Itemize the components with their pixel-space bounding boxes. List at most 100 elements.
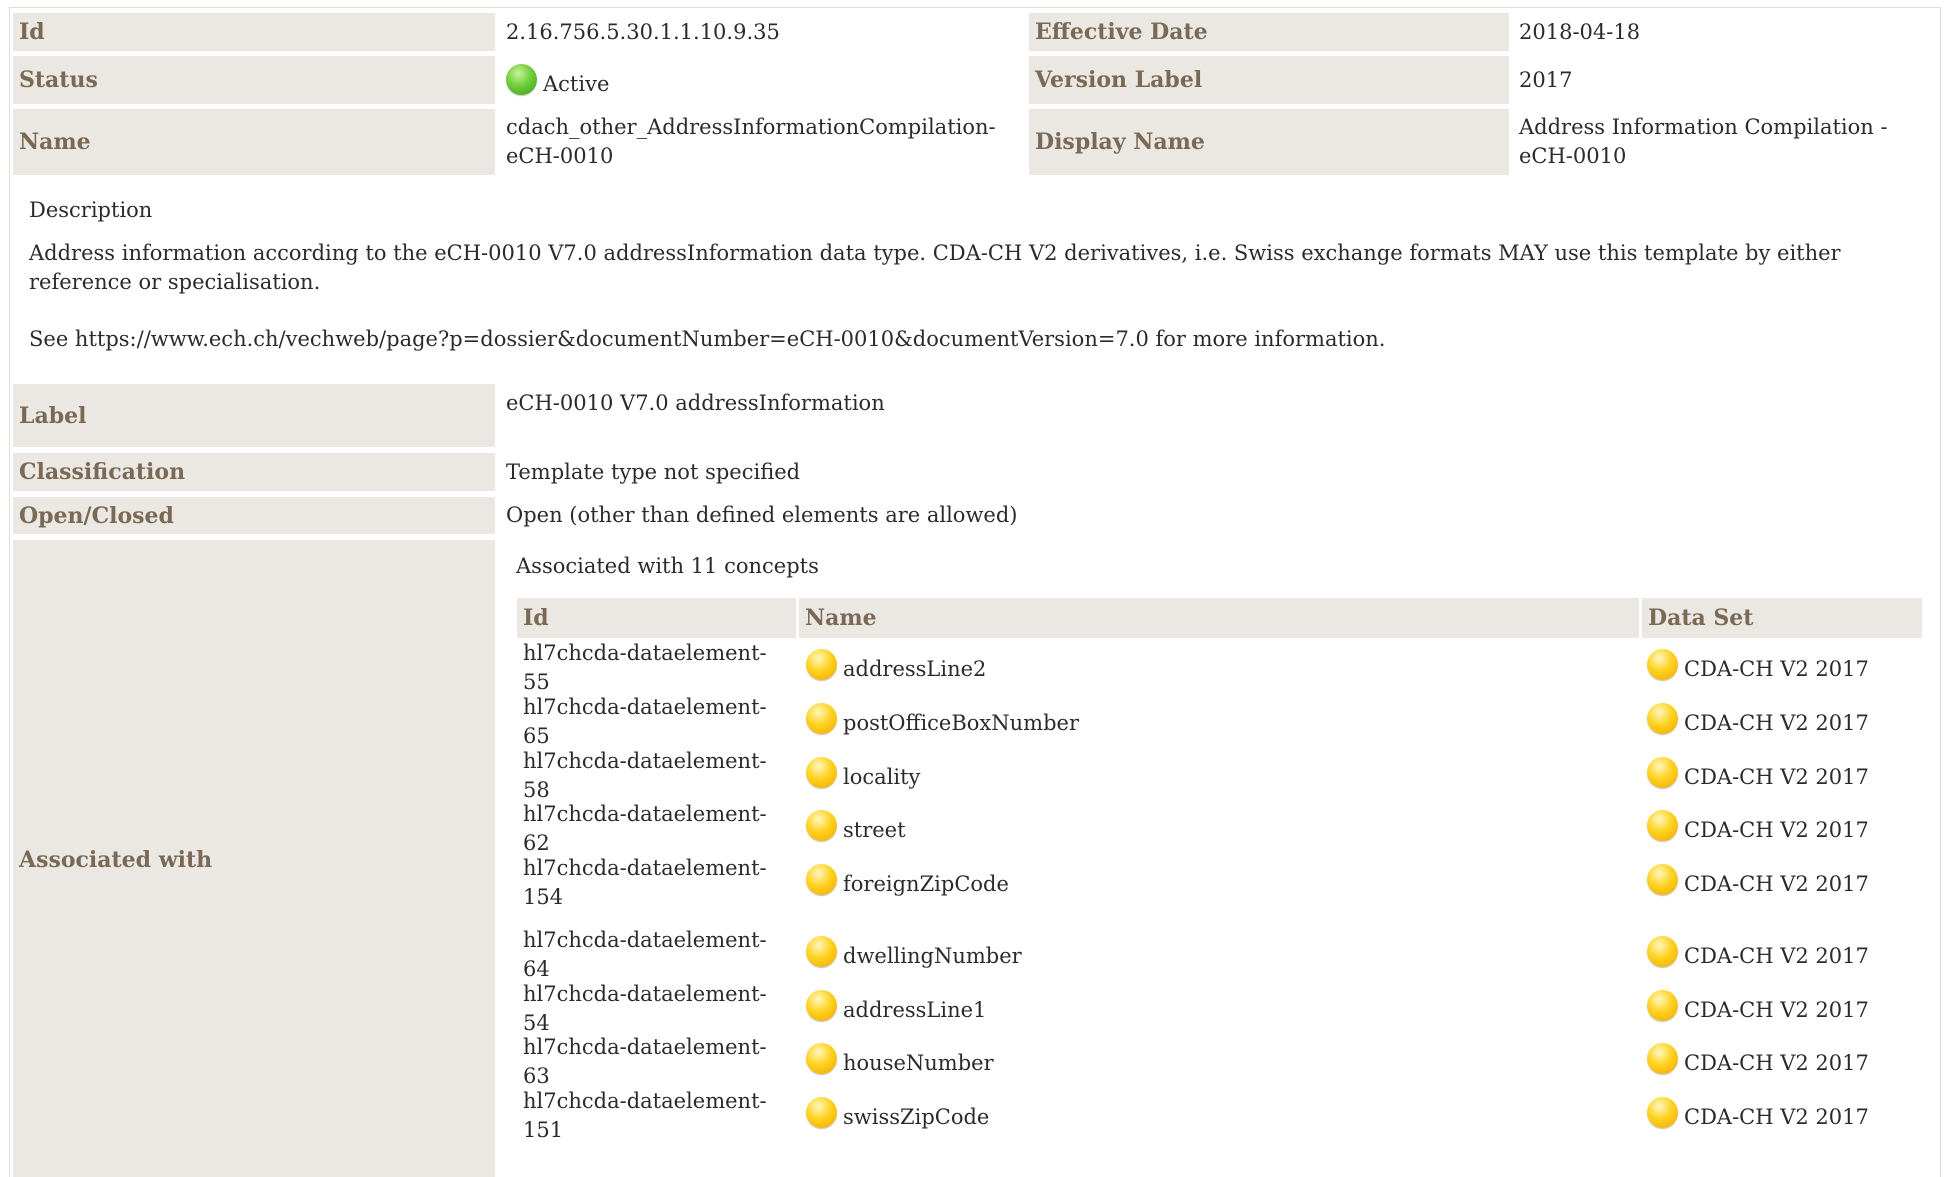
concept-id-cell: hl7chcda-dataelement-154 [523,854,793,912]
description-heading: Description [29,198,153,222]
concept-id: hl7chcda-dataelement-58 [523,749,767,802]
concept-name[interactable]: houseNumber [843,1041,994,1078]
concept-name-cell[interactable]: postOfficeBoxNumber [806,701,1079,738]
name-value: cdach_other_AddressInformationCompilatio… [506,115,996,168]
concept-dataset[interactable]: CDA-CH V2 2017 [1684,1041,1869,1078]
concept-id: hl7chcda-dataelement-154 [523,856,767,909]
concept-id: hl7chcda-dataelement-55 [523,641,767,694]
concept-status-icon [806,990,837,1021]
display-name-value: Address Information Compilation - eCH-00… [1519,115,1888,168]
column-header-id: Id [517,598,796,638]
column-header-data-set: Data Set [1642,598,1922,638]
dataset-status-icon [1647,757,1678,788]
concept-id: hl7chcda-dataelement-64 [523,928,767,981]
label-value: eCH-0010 V7.0 addressInformation [506,391,885,415]
dataset-status-icon [1647,936,1678,967]
display-name-label: Display Name [1029,109,1509,175]
label-label: Label [13,384,495,447]
concept-dataset[interactable]: CDA-CH V2 2017 [1684,701,1869,738]
concept-status-icon [806,649,837,680]
concept-id-cell: hl7chcda-dataelement-54 [523,980,793,1038]
concept-name-cell[interactable]: addressLine2 [806,647,986,684]
concept-status-icon [806,1097,837,1128]
concept-name[interactable]: foreignZipCode [843,862,1009,899]
concept-name[interactable]: dwellingNumber [843,934,1022,971]
concept-id-cell: hl7chcda-dataelement-58 [523,747,793,805]
concept-status-icon [806,864,837,895]
concept-id-cell: hl7chcda-dataelement-65 [523,693,793,751]
concept-name-cell[interactable]: swissZipCode [806,1095,989,1132]
concept-name-cell[interactable]: street [806,808,906,845]
concept-name-cell[interactable]: dwellingNumber [806,934,1022,971]
concept-dataset[interactable]: CDA-CH V2 2017 [1684,1095,1869,1132]
id-value: 2.16.756.5.30.1.1.10.9.35 [506,19,780,44]
concept-name[interactable]: postOfficeBoxNumber [843,701,1079,738]
name-label: Name [13,109,495,175]
column-header-name: Name [799,598,1639,638]
version-label-label: Version Label [1029,56,1509,104]
concept-id: hl7chcda-dataelement-62 [523,802,767,855]
concept-name-cell[interactable]: addressLine1 [806,988,986,1025]
concept-id-cell: hl7chcda-dataelement-62 [523,800,793,858]
open-closed-value: Open (other than defined elements are al… [506,503,1018,527]
description-paragraph-1: Address information according to the eCH… [29,241,1841,294]
concept-id: hl7chcda-dataelement-54 [523,982,767,1035]
status-active-icon [506,63,537,95]
concept-id: hl7chcda-dataelement-65 [523,695,767,748]
concept-status-icon [806,1043,837,1074]
associated-caption: Associated with 11 concepts [516,554,819,578]
concept-dataset[interactable]: CDA-CH V2 2017 [1684,934,1869,971]
concept-dataset-cell[interactable]: CDA-CH V2 2017 [1647,755,1869,792]
concept-name[interactable]: street [843,808,906,845]
concept-status-icon [806,757,837,788]
classification-label: Classification [13,453,495,491]
concept-dataset-cell[interactable]: CDA-CH V2 2017 [1647,934,1869,971]
concept-status-icon [806,703,837,734]
concept-dataset[interactable]: CDA-CH V2 2017 [1684,862,1869,899]
effective-date-label: Effective Date [1029,13,1509,51]
concept-name-cell[interactable]: houseNumber [806,1041,994,1078]
concept-name[interactable]: swissZipCode [843,1095,989,1132]
concept-dataset-cell[interactable]: CDA-CH V2 2017 [1647,988,1869,1025]
concept-name-cell[interactable]: foreignZipCode [806,862,1009,899]
associated-with-label: Associated with [13,540,495,1177]
classification-value: Template type not specified [506,459,801,484]
status-label: Status [13,56,495,104]
concept-id-cell: hl7chcda-dataelement-64 [523,926,793,984]
concept-dataset-cell[interactable]: CDA-CH V2 2017 [1647,1095,1869,1132]
concept-status-icon [806,936,837,967]
dataset-status-icon [1647,703,1678,734]
concept-id: hl7chcda-dataelement-63 [523,1035,767,1088]
dataset-status-icon [1647,1043,1678,1074]
concept-dataset-cell[interactable]: CDA-CH V2 2017 [1647,862,1869,899]
concept-dataset[interactable]: CDA-CH V2 2017 [1684,808,1869,845]
concept-name[interactable]: locality [843,755,920,792]
concept-dataset[interactable]: CDA-CH V2 2017 [1684,755,1869,792]
status-text: Active [543,71,610,96]
effective-date-value: 2018-04-18 [1519,19,1641,44]
concept-id-cell: hl7chcda-dataelement-63 [523,1033,793,1091]
concept-dataset-cell[interactable]: CDA-CH V2 2017 [1647,808,1869,845]
dataset-status-icon [1647,810,1678,841]
concept-dataset-cell[interactable]: CDA-CH V2 2017 [1647,701,1869,738]
concept-dataset[interactable]: CDA-CH V2 2017 [1684,647,1869,684]
dataset-status-icon [1647,990,1678,1021]
concept-dataset-cell[interactable]: CDA-CH V2 2017 [1647,1041,1869,1078]
concept-dataset-cell[interactable]: CDA-CH V2 2017 [1647,647,1869,684]
dataset-status-icon [1647,864,1678,895]
concept-id: hl7chcda-dataelement-151 [523,1089,767,1142]
id-label: Id [13,13,495,51]
concept-id-cell: hl7chcda-dataelement-55 [523,639,793,697]
version-label-value: 2017 [1519,67,1573,92]
concept-id-cell: hl7chcda-dataelement-151 [523,1087,793,1145]
concept-name-cell[interactable]: locality [806,755,920,792]
concept-name[interactable]: addressLine1 [843,988,986,1025]
concept-dataset[interactable]: CDA-CH V2 2017 [1684,988,1869,1025]
open-closed-label: Open/Closed [13,497,495,534]
concept-status-icon [806,810,837,841]
status-value: Active [499,56,1024,104]
dataset-status-icon [1647,1097,1678,1128]
description-paragraph-2: See https://www.ech.ch/vechweb/page?p=do… [29,327,1386,351]
dataset-status-icon [1647,649,1678,680]
concept-name[interactable]: addressLine2 [843,647,986,684]
